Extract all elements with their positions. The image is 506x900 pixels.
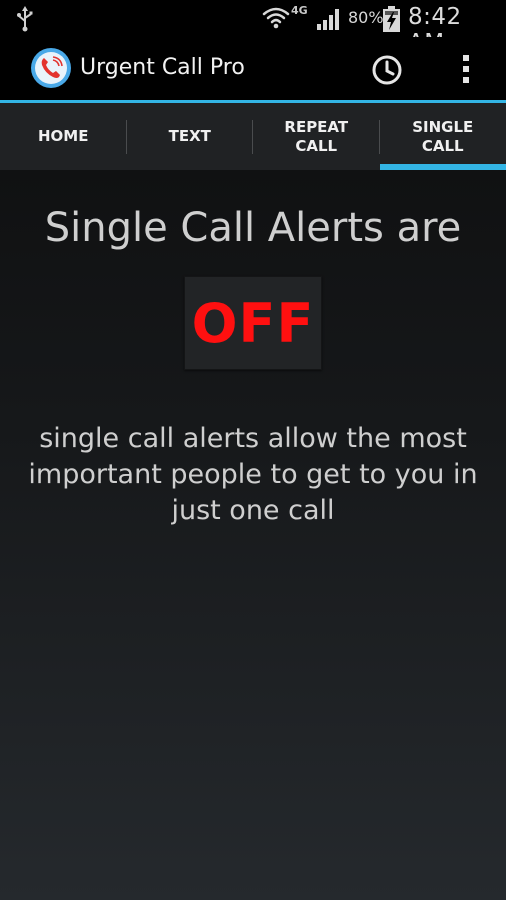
single-call-toggle-button[interactable]: OFF	[184, 276, 322, 370]
single-call-panel: Single Call Alerts are OFF single call a…	[0, 170, 506, 900]
tab-bar: HOME TEXT REPEAT CALL SINGLE CALL	[0, 103, 506, 170]
tab-text-label: TEXT	[168, 127, 211, 145]
phone-call-icon[interactable]	[30, 47, 72, 89]
overflow-menu-icon[interactable]	[452, 51, 480, 87]
battery-charging-icon	[383, 6, 400, 32]
usb-icon	[17, 6, 33, 32]
tab-text[interactable]: TEXT	[127, 103, 253, 170]
tab-single-call[interactable]: SINGLE CALL	[379, 103, 506, 170]
toggle-state-label: OFF	[191, 291, 315, 355]
tab-single-call-label: SINGLE CALL	[412, 117, 474, 155]
network-type-label: 4G	[291, 4, 308, 17]
status-bar: 4G 80% 8:42 AM	[0, 0, 506, 56]
tab-home-label: HOME	[38, 127, 89, 145]
battery-percent: 80%	[348, 8, 384, 27]
page-heading: Single Call Alerts are	[44, 205, 462, 251]
tab-repeat-call[interactable]: REPEAT CALL	[253, 103, 380, 170]
signal-icon	[317, 9, 339, 30]
feature-description: single call alerts allow the most import…	[28, 423, 478, 526]
tab-repeat-call-label: REPEAT CALL	[284, 117, 349, 155]
app-title: Urgent Call Pro	[80, 55, 245, 80]
action-bar: Urgent Call Pro	[0, 37, 506, 100]
history-clock-icon[interactable]	[369, 52, 405, 88]
wifi-icon	[262, 7, 290, 29]
tab-home[interactable]: HOME	[0, 103, 127, 170]
